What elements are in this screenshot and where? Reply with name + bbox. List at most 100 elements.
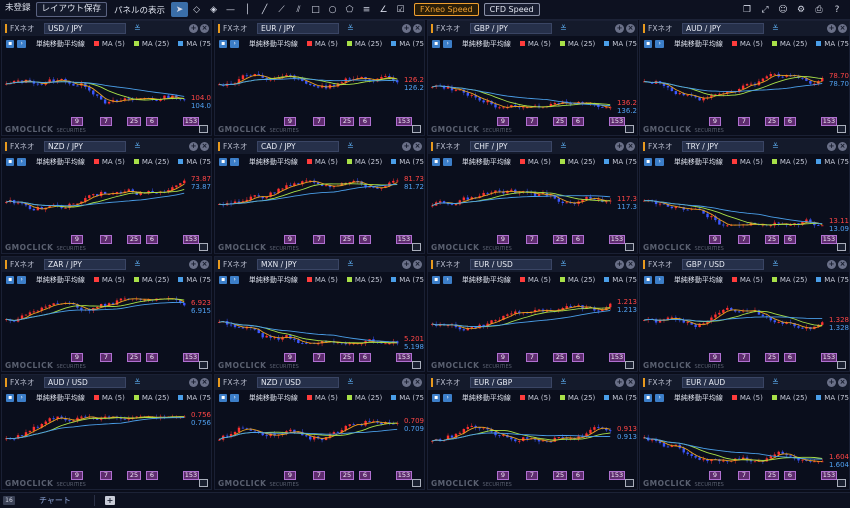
period-button[interactable]: 7: [313, 117, 325, 126]
screenshot-icon[interactable]: [625, 361, 634, 369]
tab-chart[interactable]: チャート: [39, 495, 95, 506]
gear-icon[interactable]: ⚙: [792, 3, 810, 18]
add-icon[interactable]: +: [402, 378, 411, 387]
close-icon[interactable]: ×: [200, 260, 209, 269]
close-icon[interactable]: ×: [413, 378, 422, 387]
period-button[interactable]: 25: [340, 471, 354, 480]
drag-handle[interactable]: [431, 24, 433, 33]
chevron-right-icon[interactable]: ›: [17, 39, 26, 48]
candlestick-chart[interactable]: 0.709 0.709: [215, 405, 424, 471]
fxneo-speed-button[interactable]: FXneo Speed: [414, 3, 479, 16]
period-button[interactable]: 7: [313, 353, 325, 362]
period-button[interactable]: 153: [821, 235, 837, 244]
close-icon[interactable]: ×: [838, 142, 847, 151]
drag-handle[interactable]: [643, 142, 645, 151]
horizontal-line-icon[interactable]: —: [222, 2, 239, 17]
checkbox-icon[interactable]: ☑: [392, 2, 409, 17]
period-button[interactable]: 153: [396, 117, 412, 126]
add-icon[interactable]: +: [827, 378, 836, 387]
symbol-select[interactable]: NZD / USD: [257, 377, 339, 388]
fibonacci-icon[interactable]: ≡: [358, 2, 375, 17]
drag-handle[interactable]: [5, 378, 7, 387]
period-button[interactable]: 6: [572, 353, 584, 362]
chevron-right-icon[interactable]: ›: [655, 39, 664, 48]
candlestick-chart[interactable]: 6.923 6.915: [2, 287, 211, 353]
chevron-down-icon[interactable]: ≚: [560, 142, 567, 151]
screenshot-icon[interactable]: [412, 243, 421, 251]
chevron-down-icon[interactable]: ≚: [347, 142, 354, 151]
close-icon[interactable]: ×: [413, 24, 422, 33]
period-button[interactable]: 25: [553, 471, 567, 480]
candlestick-chart[interactable]: 1.213 1.213: [428, 287, 637, 353]
period-button[interactable]: 7: [526, 117, 538, 126]
period-button[interactable]: 6: [146, 471, 158, 480]
close-icon[interactable]: ×: [413, 142, 422, 151]
period-button[interactable]: 7: [313, 235, 325, 244]
comment-icon[interactable]: ▪: [432, 275, 441, 284]
period-button[interactable]: 25: [340, 353, 354, 362]
add-icon[interactable]: +: [402, 24, 411, 33]
chevron-down-icon[interactable]: ≚: [134, 260, 141, 269]
screenshot-icon[interactable]: [412, 361, 421, 369]
comment-icon[interactable]: ▪: [219, 39, 228, 48]
candlestick-chart[interactable]: 136.2 136.2: [428, 51, 637, 117]
period-button[interactable]: 153: [821, 353, 837, 362]
comment-icon[interactable]: ▪: [219, 275, 228, 284]
comment-icon[interactable]: ▪: [644, 275, 653, 284]
layout-save-button[interactable]: レイアウト保存: [35, 2, 108, 17]
screenshot-icon[interactable]: [837, 243, 846, 251]
screenshot-icon[interactable]: [625, 125, 634, 133]
symbol-select[interactable]: TRY / JPY: [682, 141, 764, 152]
close-icon[interactable]: ×: [838, 378, 847, 387]
comment-icon[interactable]: ▪: [6, 393, 15, 402]
trend-line-icon[interactable]: ╱: [256, 2, 273, 17]
drag-handle[interactable]: [431, 378, 433, 387]
period-button[interactable]: 153: [183, 471, 199, 480]
period-button[interactable]: 7: [313, 471, 325, 480]
drag-handle[interactable]: [431, 260, 433, 269]
close-icon[interactable]: ×: [626, 260, 635, 269]
period-button[interactable]: 6: [784, 235, 796, 244]
symbol-select[interactable]: EUR / USD: [470, 259, 552, 270]
chevron-right-icon[interactable]: ›: [17, 275, 26, 284]
add-icon[interactable]: +: [827, 24, 836, 33]
drag-handle[interactable]: [218, 260, 220, 269]
drag-handle[interactable]: [431, 142, 433, 151]
period-button[interactable]: 7: [526, 471, 538, 480]
period-button[interactable]: 25: [340, 117, 354, 126]
screenshot-icon[interactable]: [412, 479, 421, 487]
chevron-down-icon[interactable]: ≚: [347, 378, 354, 387]
symbol-select[interactable]: CHF / JPY: [470, 141, 552, 152]
chevron-down-icon[interactable]: ≚: [347, 260, 354, 269]
chevron-right-icon[interactable]: ›: [655, 275, 664, 284]
period-button[interactable]: 153: [609, 117, 625, 126]
chevron-right-icon[interactable]: ›: [230, 39, 239, 48]
period-button[interactable]: 7: [100, 353, 112, 362]
period-button[interactable]: 7: [738, 471, 750, 480]
candlestick-chart[interactable]: 104.0 104.0: [2, 51, 211, 117]
period-button[interactable]: 153: [609, 235, 625, 244]
comment-icon[interactable]: ▪: [644, 157, 653, 166]
add-icon[interactable]: +: [827, 260, 836, 269]
symbol-select[interactable]: MXN / JPY: [257, 259, 339, 270]
ray-line-icon[interactable]: ⟋: [273, 2, 290, 17]
polygon-icon[interactable]: ⬠: [341, 2, 358, 17]
comment-icon[interactable]: ▪: [644, 393, 653, 402]
drag-handle[interactable]: [643, 378, 645, 387]
chevron-right-icon[interactable]: ›: [443, 157, 452, 166]
chevron-right-icon[interactable]: ›: [443, 393, 452, 402]
chevron-down-icon[interactable]: ≚: [560, 378, 567, 387]
period-button[interactable]: 153: [609, 471, 625, 480]
candlestick-chart[interactable]: 117.3 117.3: [428, 169, 637, 235]
drag-handle[interactable]: [643, 24, 645, 33]
add-icon[interactable]: +: [615, 378, 624, 387]
candlestick-chart[interactable]: 78.70 78.70: [640, 51, 849, 117]
period-button[interactable]: 7: [526, 235, 538, 244]
period-button[interactable]: 25: [765, 353, 779, 362]
panel-display-menu[interactable]: パネルの表示: [114, 4, 165, 16]
period-button[interactable]: 6: [146, 117, 158, 126]
period-button[interactable]: 6: [359, 235, 371, 244]
period-button[interactable]: 6: [146, 235, 158, 244]
chevron-down-icon[interactable]: ≚: [772, 24, 779, 33]
period-button[interactable]: 25: [340, 235, 354, 244]
